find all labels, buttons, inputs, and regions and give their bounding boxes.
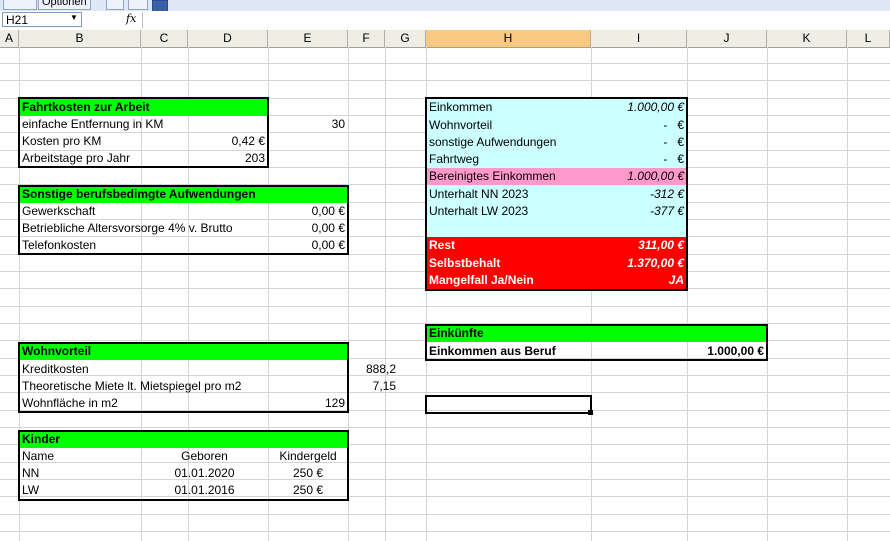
formula-bar: H21 ▼ fx xyxy=(0,11,890,31)
chevron-down-icon[interactable]: ▼ xyxy=(70,13,78,22)
summary-border xyxy=(425,97,688,291)
sonstige-border xyxy=(18,185,349,255)
wohnvorteil-extra: 7,15 xyxy=(372,379,396,393)
wohnvorteil-border xyxy=(18,342,349,413)
column-header-e[interactable]: E xyxy=(268,30,348,47)
gridline-horizontal xyxy=(0,531,890,532)
column-header-l[interactable]: L xyxy=(847,30,890,47)
column-header-f[interactable]: F xyxy=(348,30,385,47)
formula-input[interactable] xyxy=(142,12,889,28)
gridline-horizontal xyxy=(0,306,890,307)
gridline-horizontal xyxy=(0,63,890,64)
column-headers: A B C D E F G H I J K L xyxy=(0,30,890,48)
column-header-k[interactable]: K xyxy=(767,30,847,47)
einkuenfte-border xyxy=(425,324,768,361)
toolbar-icon-button[interactable] xyxy=(3,0,37,10)
toolbar-button[interactable] xyxy=(128,0,148,10)
column-header-g[interactable]: G xyxy=(385,30,426,47)
active-cell-h21[interactable] xyxy=(425,395,592,414)
column-header-j[interactable]: J xyxy=(687,30,767,47)
fahrtkosten-border xyxy=(18,97,269,168)
gridline-horizontal xyxy=(0,427,890,428)
column-header-h[interactable]: H xyxy=(426,30,591,47)
gridline-horizontal xyxy=(0,514,890,515)
spreadsheet-grid[interactable]: Fahrtkosten zur Arbeit einfache Entfernu… xyxy=(0,47,890,541)
gridline-horizontal xyxy=(0,80,890,81)
column-header-c[interactable]: C xyxy=(141,30,188,47)
wohnvorteil-extra: 888,2 xyxy=(365,362,396,376)
column-header-d[interactable]: D xyxy=(188,30,268,47)
column-header-b[interactable]: B xyxy=(19,30,141,47)
column-header-i[interactable]: I xyxy=(591,30,687,47)
options-button[interactable]: Optionen xyxy=(38,0,91,10)
gridline-vertical xyxy=(847,47,848,541)
fx-icon[interactable]: fx xyxy=(126,12,136,25)
column-header-a[interactable]: A xyxy=(0,30,19,47)
fahrtkosten-value: 30 xyxy=(331,117,345,131)
toolbar-button[interactable] xyxy=(106,0,124,10)
fill-handle[interactable] xyxy=(588,410,593,415)
gridline-vertical xyxy=(767,47,768,541)
kinder-border xyxy=(18,430,349,501)
gridline-vertical xyxy=(385,47,386,541)
